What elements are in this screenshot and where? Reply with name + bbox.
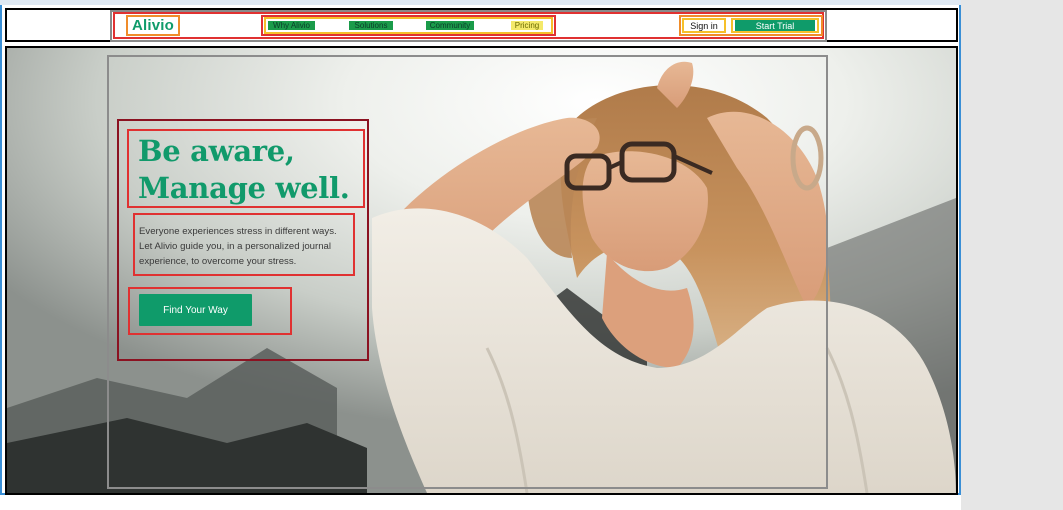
nav-link-why-alivio[interactable]: Why Alivio (268, 21, 315, 30)
sign-in-link[interactable]: Sign in (682, 18, 726, 33)
nav-link-solutions[interactable]: Solutions (349, 21, 393, 30)
headline-line-2: Manage well. (138, 171, 350, 205)
nav-link-community[interactable]: Community (426, 21, 474, 30)
start-trial-button[interactable]: Start Trial (735, 20, 815, 31)
logo[interactable]: Alivio (126, 15, 180, 36)
hero-headline: Be aware, Manage well. (138, 133, 370, 207)
hero-subtext: Everyone experiences stress in different… (139, 226, 337, 267)
nav-link-pricing[interactable]: Pricing (511, 21, 543, 30)
headline-line-1: Be aware, (138, 134, 295, 168)
find-your-way-button[interactable]: Find Your Way (139, 294, 252, 326)
